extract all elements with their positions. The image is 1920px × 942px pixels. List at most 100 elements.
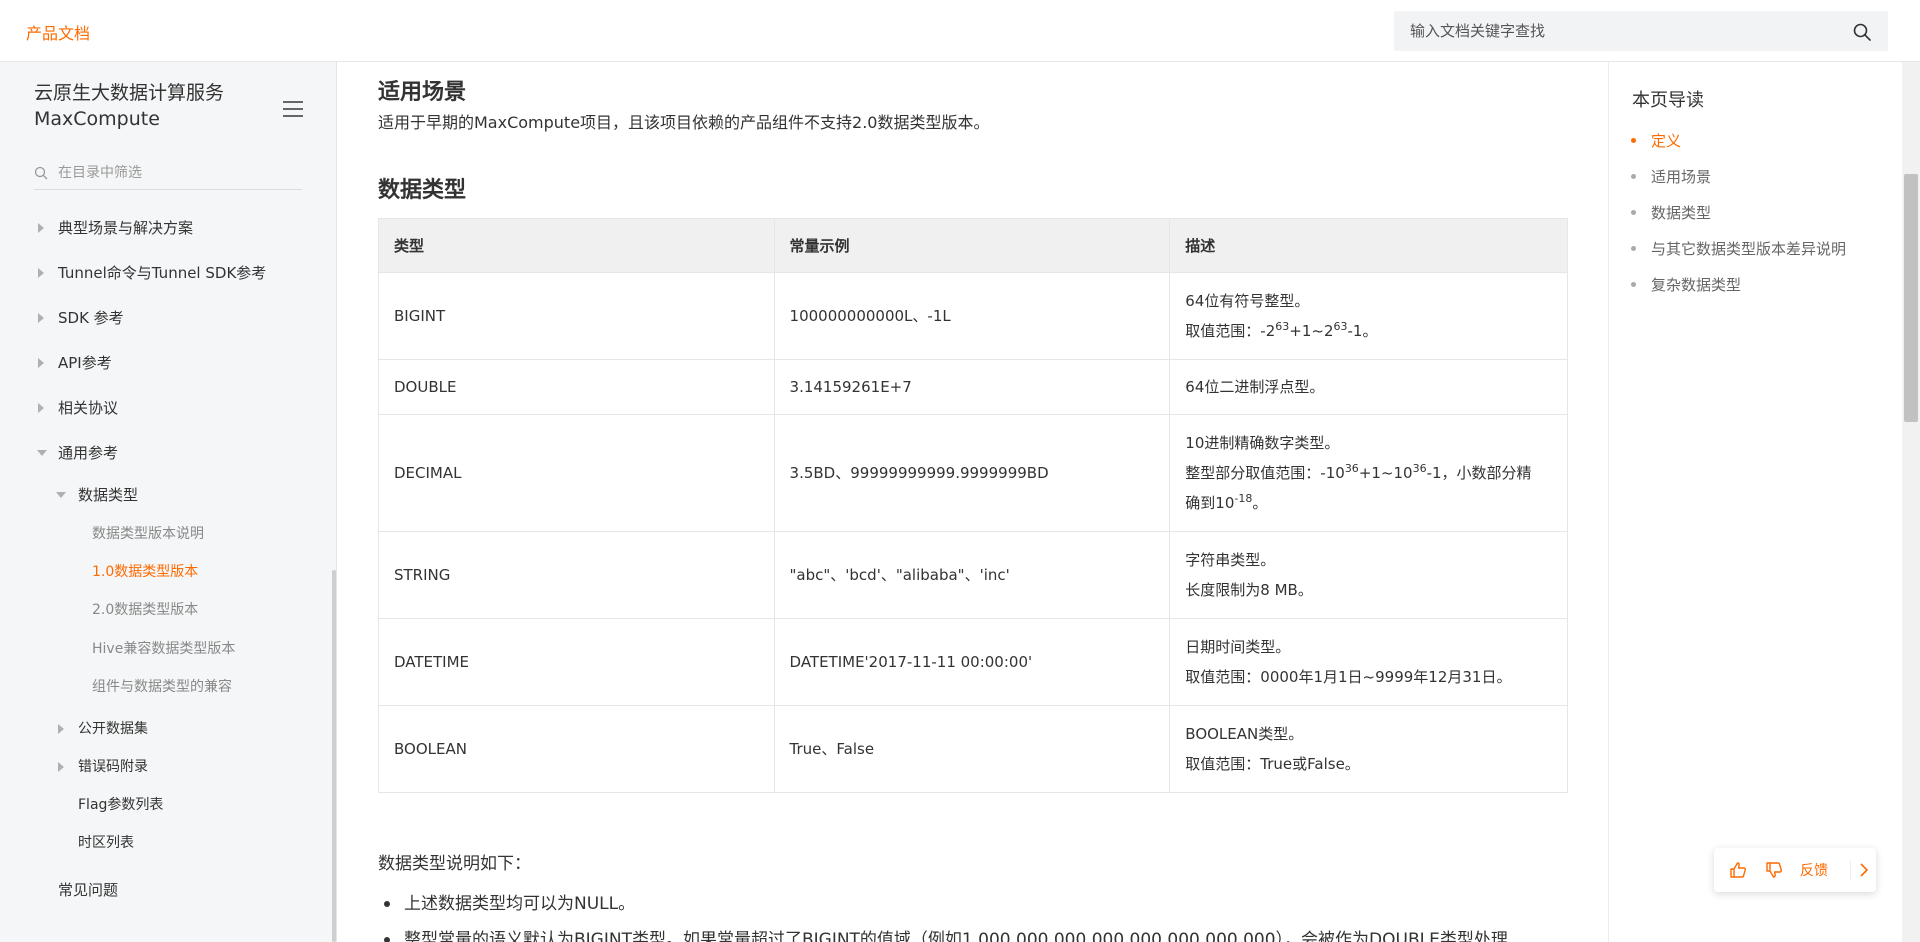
cell-type: BIGINT (378, 272, 775, 360)
caret-right-icon (38, 313, 44, 323)
toc-item-complex-types[interactable]: 复杂数据类型 (1630, 274, 1741, 295)
table-header-desc: 描述 (1169, 218, 1568, 273)
sidebar-item-component-compat[interactable]: 组件与数据类型的兼容 (92, 676, 232, 698)
caret-right-icon (58, 762, 64, 772)
thumb-down-icon[interactable] (1764, 860, 1784, 880)
sidebar-item-v2-types[interactable]: 2.0数据类型版本 (92, 599, 198, 621)
cell-type: STRING (378, 531, 775, 619)
filter-search-icon (34, 166, 48, 180)
thumb-up-icon[interactable] (1728, 860, 1748, 880)
search-icon[interactable] (1852, 22, 1872, 42)
notes-intro: 数据类型说明如下： (378, 854, 531, 874)
cell-type: DECIMAL (378, 414, 775, 532)
cell-example: 3.14159261E+7 (773, 359, 1171, 415)
feedback-button[interactable]: 反馈 (1800, 860, 1828, 880)
divider (1850, 860, 1851, 880)
main-content: 适用场景 适用于早期的MaxCompute项目，且该项目依赖的产品组件不支持2.… (338, 62, 1608, 942)
cell-desc: 10进制精确数字类型。 整型部分取值范围：-1036+1~1036-1，小数部分… (1169, 414, 1568, 532)
caret-right-icon (58, 724, 64, 734)
sidebar-filter-input[interactable] (58, 162, 288, 184)
toc-title: 本页导读 (1632, 90, 1704, 111)
product-docs-link[interactable]: 产品文档 (26, 20, 90, 44)
doc-search-box (1394, 11, 1888, 51)
sidebar-item-public-datasets[interactable]: 公开数据集 (54, 718, 148, 740)
cell-desc: 64位二进制浮点型。 (1169, 359, 1568, 415)
cell-example: "abc"、'bcd'、"alibaba"、'inc' (773, 531, 1171, 619)
table-row: DOUBLE 3.14159261E+7 64位二进制浮点型。 (378, 359, 1568, 415)
list-item: 整型常量的语义默认为BIGINT类型。如果常量超过了BIGINT的值域（例如1,… (384, 922, 1508, 942)
cell-desc: 字符串类型。 长度限制为8 MB。 (1169, 531, 1568, 619)
sidebar-item-type-versions[interactable]: 数据类型版本说明 (92, 523, 204, 545)
table-row: DATETIME DATETIME'2017-11-11 00:00:00' 日… (378, 618, 1568, 706)
sidebar-item-general-reference[interactable]: 通用参考 (34, 442, 118, 464)
sidebar-item-label: 数据类型 (78, 486, 139, 504)
sidebar-item-v1-types[interactable]: 1.0数据类型版本 (92, 561, 198, 583)
section-title-scenarios: 适用场景 (378, 80, 467, 105)
cell-type: BOOLEAN (378, 705, 775, 793)
table-header-row: 类型 常量示例 描述 (378, 218, 1568, 273)
sidebar-item-data-types[interactable]: 数据类型 (54, 484, 138, 506)
cell-desc: 64位有符号整型。 取值范围：-263+1~263-1。 (1169, 272, 1568, 360)
feedback-widget: 反馈 (1714, 848, 1876, 892)
sidebar-item-label: Tunnel命令与Tunnel SDK参考 (58, 264, 267, 282)
sidebar: 云原生大数据计算服务 MaxCompute 典型场景与解决方案 Tunnel命令… (0, 62, 337, 942)
table-row: BIGINT 100000000000L、-1L 64位有符号整型。 取值范围：… (378, 272, 1568, 360)
toc-item-data-types[interactable]: 数据类型 (1630, 202, 1711, 223)
table-row: DECIMAL 3.5BD、99999999999.9999999BD 10进制… (378, 414, 1568, 532)
desc-line: 10进制精确数字类型。 (1185, 434, 1340, 452)
table-row: BOOLEAN True、False BOOLEAN类型。 取值范围：True或… (378, 705, 1568, 793)
caret-down-icon (56, 492, 66, 498)
section-text-scenarios: 适用于早期的MaxCompute项目，且该项目依赖的产品组件不支持2.0数据类型… (378, 113, 990, 132)
cell-example: 100000000000L、-1L (773, 272, 1171, 360)
desc-line: 日期时间类型。 (1185, 638, 1291, 656)
table-header-example: 常量示例 (773, 218, 1171, 273)
notes-list: 上述数据类型均可以为NULL。 整型常量的语义默认为BIGINT类型。如果常量超… (384, 886, 1508, 942)
toc-item-version-diff[interactable]: 与其它数据类型版本差异说明 (1630, 238, 1846, 259)
sidebar-scrollbar[interactable] (332, 570, 336, 942)
sidebar-item-timezones[interactable]: 时区列表 (78, 832, 134, 854)
sidebar-item-flag-params[interactable]: Flag参数列表 (78, 794, 163, 816)
toc-item-definition[interactable]: 定义 (1630, 130, 1681, 151)
cell-desc: 日期时间类型。 取值范围：0000年1月1日~9999年12月31日。 (1169, 618, 1568, 706)
sidebar-item-label: 错误码附录 (78, 759, 148, 775)
page-scrollbar-thumb[interactable] (1904, 174, 1918, 422)
cell-example: 3.5BD、99999999999.9999999BD (773, 414, 1171, 532)
caret-down-icon (37, 450, 47, 456)
caret-right-icon (38, 403, 44, 413)
sidebar-item-sdk[interactable]: SDK 参考 (34, 307, 124, 329)
sidebar-item-label: 通用参考 (58, 444, 119, 462)
list-item: 上述数据类型均可以为NULL。 (384, 886, 1508, 922)
chevron-right-icon[interactable] (1858, 862, 1870, 878)
sidebar-item-label: 相关协议 (58, 399, 119, 417)
sidebar-item-faq[interactable]: 常见问题 (58, 879, 118, 901)
caret-right-icon (38, 223, 44, 233)
page-toc: 本页导读 定义 适用场景 数据类型 与其它数据类型版本差异说明 复杂数据类型 (1608, 62, 1902, 942)
section-title-data-types: 数据类型 (378, 178, 467, 203)
cell-type: DOUBLE (378, 359, 775, 415)
cell-type: DATETIME (378, 618, 775, 706)
sidebar-item-tunnel[interactable]: Tunnel命令与Tunnel SDK参考 (34, 262, 266, 284)
cell-desc: BOOLEAN类型。 取值范围：True或False。 (1169, 705, 1568, 793)
table-row: STRING "abc"、'bcd'、"alibaba"、'inc' 字符串类型… (378, 531, 1568, 619)
toc-item-scenarios[interactable]: 适用场景 (1630, 166, 1711, 187)
sidebar-item-hive-types[interactable]: Hive兼容数据类型版本 (92, 638, 235, 660)
doc-search-input[interactable] (1410, 11, 1830, 51)
desc-line: 64位有符号整型。 (1185, 292, 1310, 310)
sidebar-item-api[interactable]: API参考 (34, 352, 112, 374)
sidebar-title: 云原生大数据计算服务 MaxCompute (34, 82, 225, 130)
sidebar-item-agreements[interactable]: 相关协议 (34, 397, 118, 419)
desc-line: 字符串类型。 (1185, 551, 1276, 569)
table-header-type: 类型 (378, 218, 775, 273)
sidebar-item-solutions[interactable]: 典型场景与解决方案 (34, 217, 193, 239)
cell-example: DATETIME'2017-11-11 00:00:00' (773, 618, 1171, 706)
desc-line: 取值范围：0000年1月1日~9999年12月31日。 (1185, 668, 1512, 686)
desc-line: 取值范围：-263+1~263-1。 (1185, 320, 1378, 340)
caret-right-icon (38, 358, 44, 368)
sidebar-item-error-codes[interactable]: 错误码附录 (54, 756, 148, 778)
menu-icon[interactable] (282, 100, 304, 118)
desc-line: 长度限制为8 MB。 (1185, 581, 1313, 599)
desc-line: 确到10-18。 (1185, 492, 1268, 512)
desc-line: 整型部分取值范围：-1036+1~1036-1，小数部分精 (1185, 462, 1532, 482)
sidebar-filter (34, 158, 302, 190)
caret-right-icon (38, 268, 44, 278)
